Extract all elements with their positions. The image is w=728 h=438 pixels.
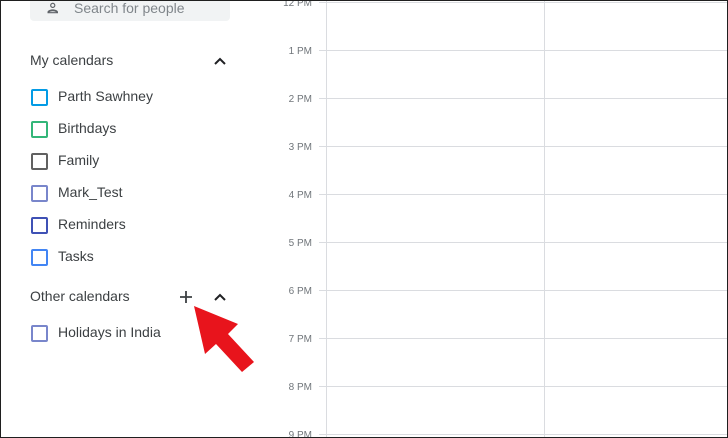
calendar-item-parth-sawhney[interactable]: Parth Sawhney xyxy=(30,85,240,109)
calendar-item-holidays-in-india[interactable]: Holidays in India xyxy=(30,321,240,345)
hour-gridline xyxy=(319,434,727,435)
collapse-other-calendars-button[interactable] xyxy=(208,285,232,309)
other-calendars-title: Other calendars xyxy=(30,288,130,304)
plus-icon xyxy=(180,291,192,303)
time-label: 6 PM xyxy=(288,286,312,297)
calendar-item-reminders[interactable]: Reminders xyxy=(30,213,240,237)
hour-gridline xyxy=(319,194,727,195)
time-label: 5 PM xyxy=(288,238,312,249)
hour-gridline xyxy=(319,50,727,51)
calendar-checkbox[interactable] xyxy=(31,153,48,170)
time-label: 4 PM xyxy=(288,190,312,201)
calendar-label: Tasks xyxy=(58,248,94,264)
calendar-item-birthdays[interactable]: Birthdays xyxy=(30,117,240,141)
time-label: 9 PM xyxy=(288,430,312,438)
calendar-checkbox[interactable] xyxy=(31,325,48,342)
hour-gridline xyxy=(319,338,727,339)
search-placeholder: Search for people xyxy=(74,0,185,16)
my-calendars-title: My calendars xyxy=(30,52,114,68)
calendar-label: Family xyxy=(58,152,100,168)
hour-gridline xyxy=(319,98,727,99)
time-label: 12 PM xyxy=(283,0,312,9)
other-calendars-header[interactable]: Other calendars xyxy=(30,285,235,309)
calendar-checkbox[interactable] xyxy=(31,121,48,138)
chevron-up-icon xyxy=(214,293,226,301)
hour-gridline xyxy=(319,386,727,387)
calendar-label: Parth Sawhney xyxy=(58,88,153,104)
hour-gridline xyxy=(319,290,727,291)
calendar-checkbox[interactable] xyxy=(31,249,48,266)
calendar-checkbox[interactable] xyxy=(31,89,48,106)
hour-gridline xyxy=(319,2,727,3)
calendar-item-family[interactable]: Family xyxy=(30,149,240,173)
calendar-item-tasks[interactable]: Tasks xyxy=(30,245,240,269)
collapse-my-calendars-button[interactable] xyxy=(208,49,232,73)
calendar-label: Reminders xyxy=(58,216,126,232)
day-column-divider xyxy=(326,1,327,437)
time-label: 1 PM xyxy=(288,46,312,57)
calendar-label: Holidays in India xyxy=(58,324,161,340)
time-label: 3 PM xyxy=(288,142,312,153)
calendar-label: Birthdays xyxy=(58,120,117,136)
time-label: 8 PM xyxy=(288,382,312,393)
time-label: 2 PM xyxy=(288,94,312,105)
calendar-label: Mark_Test xyxy=(58,184,123,200)
calendar-item-mark-test[interactable]: Mark_Test xyxy=(30,181,240,205)
search-people-input[interactable]: Search for people xyxy=(30,0,230,21)
day-column-divider xyxy=(544,1,545,437)
calendar-checkbox[interactable] xyxy=(31,185,48,202)
people-icon xyxy=(47,2,58,14)
hour-gridline xyxy=(319,146,727,147)
chevron-up-icon xyxy=(214,57,226,65)
hour-gridline xyxy=(319,242,727,243)
add-other-calendars-button[interactable] xyxy=(174,285,198,309)
time-label: 7 PM xyxy=(288,334,312,345)
calendar-checkbox[interactable] xyxy=(31,217,48,234)
my-calendars-header[interactable]: My calendars xyxy=(30,49,235,73)
calendar-window: Search for people My calendars Parth Saw… xyxy=(0,0,728,438)
